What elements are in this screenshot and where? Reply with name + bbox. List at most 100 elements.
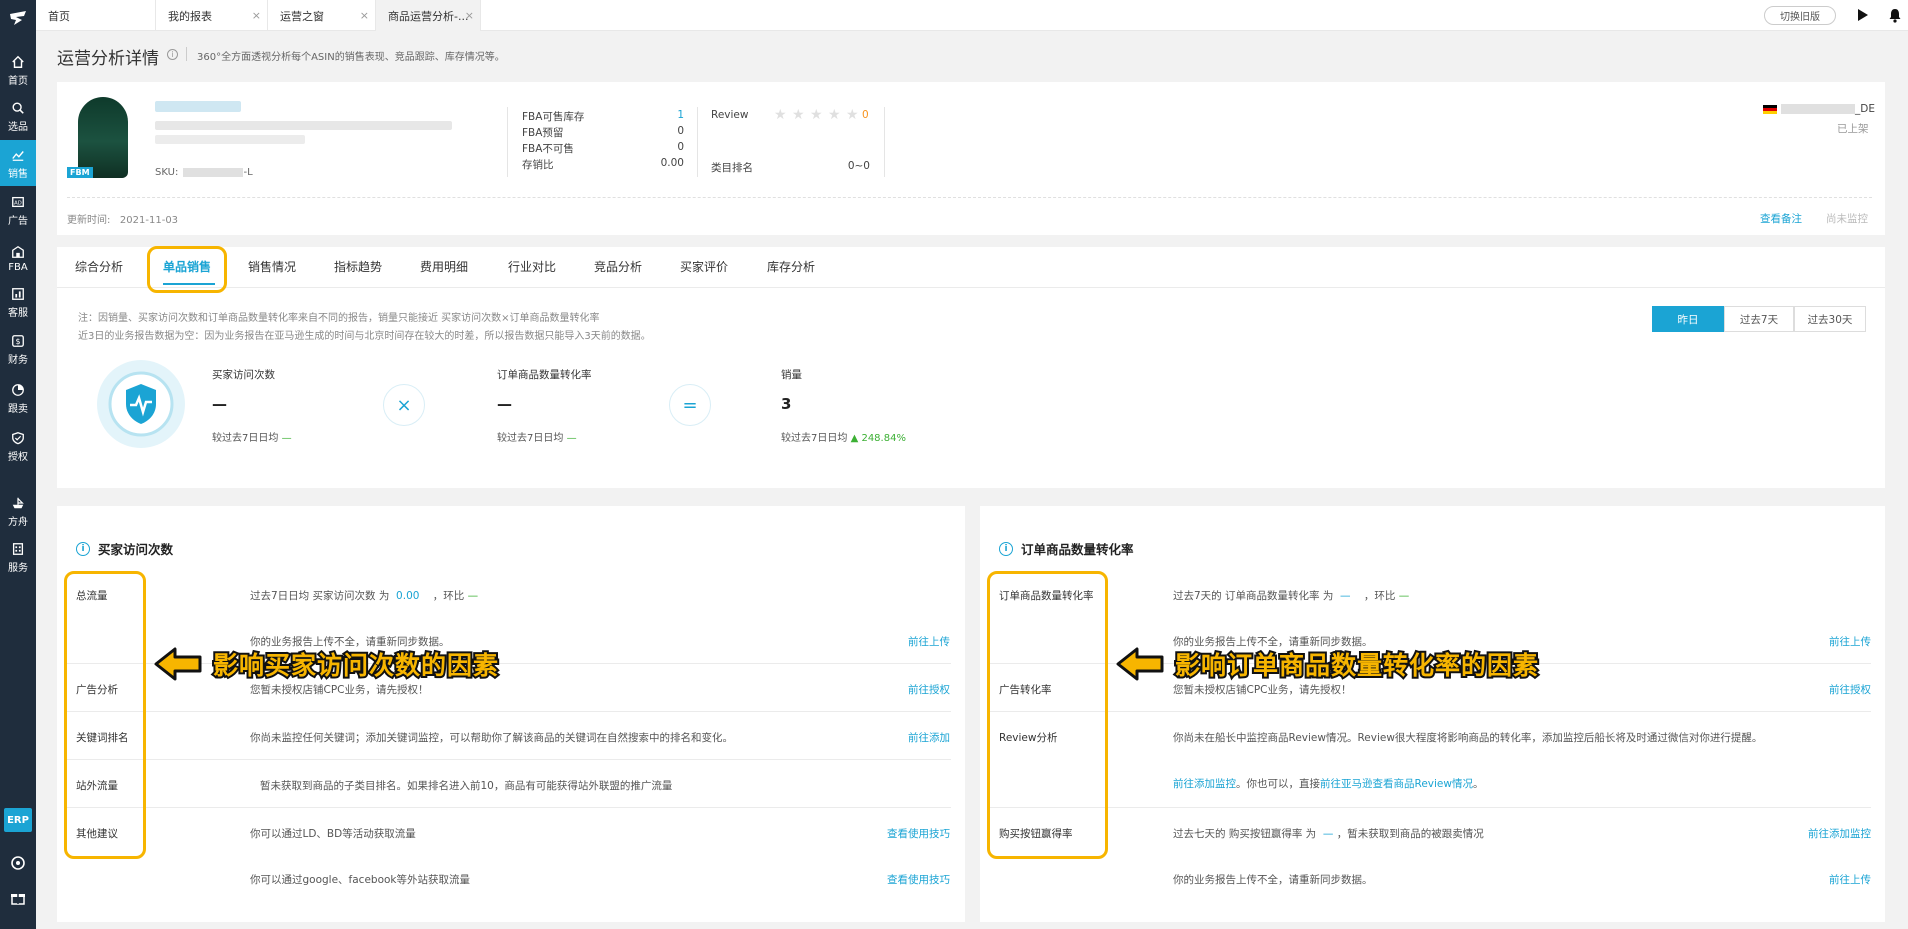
- star-icon: ★: [792, 107, 805, 123]
- nav-tab-0[interactable]: 综合分析: [75, 258, 123, 275]
- add-monitor-link[interactable]: 前往添加监控: [1173, 778, 1236, 790]
- row-text: 你尚未监控任何关键词；添加关键词监控，可以帮助你了解该商品的关键词在自然搜索中的…: [250, 732, 733, 744]
- arrow-left-icon: [154, 647, 202, 681]
- value: —: [1322, 828, 1334, 840]
- authorize-link[interactable]: 前往授权: [1771, 682, 1871, 697]
- highlight-box: [147, 246, 227, 293]
- product-asin-redacted[interactable]: [155, 101, 241, 112]
- sidebar-item-pie[interactable]: 跟卖: [0, 375, 36, 421]
- section-title: i 订单商品数量转化率: [999, 539, 1134, 558]
- sidebar-item-warehouse[interactable]: FBA: [0, 235, 36, 281]
- fulfillment-badge: FBM: [67, 167, 93, 178]
- upload-link[interactable]: 前往上传: [850, 634, 950, 649]
- compare-value: 248.84%: [861, 433, 906, 444]
- tips-link[interactable]: 查看使用技巧: [830, 826, 950, 841]
- play-icon[interactable]: [1854, 6, 1872, 24]
- row-text: 你尚未在船长中监控商品Review情况。Review很大程度将影响商品的转化率，…: [1173, 732, 1763, 744]
- add-keyword-link[interactable]: 前往添加: [850, 730, 950, 745]
- text-part: ，暂未获取到商品的被跟卖情况: [1336, 828, 1484, 840]
- sidebar-item-chart[interactable]: 销售: [0, 140, 36, 186]
- period-button-0[interactable]: 昨日: [1652, 306, 1724, 332]
- close-icon[interactable]: ×: [465, 9, 474, 22]
- fba-value[interactable]: 1: [624, 109, 684, 121]
- metric-compare: 较过去7日日均 ▲ 248.84%: [781, 429, 906, 444]
- app-logo[interactable]: [0, 0, 36, 36]
- sidebar-item-building[interactable]: 服务: [0, 534, 36, 580]
- add-monitor-link[interactable]: 前往添加监控: [1751, 826, 1871, 841]
- review-count[interactable]: 0: [862, 109, 869, 121]
- info-icon[interactable]: i: [167, 49, 178, 60]
- tab-label: 我的报表: [168, 9, 212, 23]
- home-icon: [10, 54, 26, 70]
- nav-tab-3[interactable]: 指标趋势: [334, 258, 382, 275]
- nav-tab-4[interactable]: 费用明细: [420, 258, 468, 275]
- arrow-left-icon: [1116, 647, 1164, 681]
- metric-value: —: [212, 395, 227, 413]
- ad-icon: AD: [10, 194, 26, 210]
- page-description: 360°全方面透视分析每个ASIN的销售表现、竞品跟踪、库存情况等。: [197, 52, 505, 63]
- sidebar-item-label: 授权: [8, 451, 28, 463]
- nav-tab-8[interactable]: 库存分析: [767, 258, 815, 275]
- sidebar-item-shield[interactable]: 授权: [0, 423, 36, 469]
- tab-2[interactable]: 运营之窗 ×: [268, 0, 376, 31]
- gift-icon[interactable]: [0, 890, 36, 906]
- metric-label: 销量: [781, 369, 802, 381]
- nav-tab-7[interactable]: 买家评价: [680, 258, 728, 275]
- amazon-review-link[interactable]: 前往亚马逊查看商品Review情况: [1320, 778, 1473, 790]
- period-button-1[interactable]: 过去7天: [1724, 306, 1794, 332]
- close-icon[interactable]: ×: [252, 9, 261, 22]
- text-part: ，环比: [1363, 590, 1396, 602]
- support-icon[interactable]: [0, 855, 36, 871]
- store-name-redacted: [1781, 104, 1855, 114]
- nav-tab-5[interactable]: 行业对比: [508, 258, 556, 275]
- divider: [57, 287, 1885, 288]
- row-text: 过去七天的 购买按钮赢得率 为 — ，暂未获取到商品的被跟卖情况: [1173, 826, 1484, 841]
- star-icon: ★: [774, 107, 787, 123]
- fba-label: FBA不可售: [522, 143, 574, 155]
- upload-link[interactable]: 前往上传: [1771, 872, 1871, 887]
- row-text: 前往添加监控。你也可以，直接前往亚马逊查看商品Review情况。: [1173, 776, 1483, 791]
- ark-icon: [10, 495, 26, 511]
- divider: [697, 107, 698, 177]
- nav-tab-6[interactable]: 竞品分析: [594, 258, 642, 275]
- page-title: 运营分析详情: [57, 49, 159, 69]
- divider: [65, 807, 951, 808]
- arrow-up-icon: ▲: [850, 433, 859, 444]
- view-notes-link[interactable]: 查看备注: [1760, 211, 1802, 226]
- annotation-text: 影响订单商品数量转化率的因素: [1173, 649, 1540, 682]
- change-value: —: [467, 590, 479, 602]
- sidebar-item-ark[interactable]: 方舟: [0, 488, 36, 534]
- sidebar-item-service[interactable]: 客服: [0, 279, 36, 325]
- listing-status: 已上架: [1837, 123, 1869, 135]
- nav-tab-2[interactable]: 销售情况: [248, 258, 296, 275]
- svg-text:AD: AD: [14, 200, 22, 206]
- product-image[interactable]: [78, 97, 128, 178]
- sku-redacted: [182, 167, 243, 177]
- period-button-2[interactable]: 过去30天: [1794, 306, 1866, 332]
- sidebar-item-ad[interactable]: AD 广告: [0, 187, 36, 233]
- sidebar-item-search[interactable]: 选品: [0, 93, 36, 139]
- tips-link[interactable]: 查看使用技巧: [830, 872, 950, 887]
- tab-1[interactable]: 我的报表 ×: [156, 0, 268, 31]
- upload-link[interactable]: 前往上传: [1771, 634, 1871, 649]
- product-title-redacted-2: [155, 135, 305, 144]
- category-rank-value: 0~0: [847, 160, 870, 172]
- tab-0[interactable]: 首页: [36, 0, 156, 31]
- erp-button[interactable]: ERP: [4, 808, 32, 832]
- marketplace: _DE: [1763, 103, 1875, 115]
- sidebar-item-label: FBA: [8, 261, 28, 273]
- value: —: [1340, 590, 1351, 602]
- sidebar-item-home[interactable]: 首页: [0, 47, 36, 93]
- warehouse-icon: [10, 244, 26, 260]
- switch-old-version-button[interactable]: 切换旧版: [1764, 6, 1836, 25]
- tab-3[interactable]: 商品运营分析-... ×: [376, 0, 481, 31]
- close-icon[interactable]: ×: [360, 9, 369, 22]
- germany-flag-icon: [1763, 104, 1777, 114]
- bell-icon[interactable]: [1886, 6, 1904, 24]
- section-title-text: 买家访问次数: [98, 542, 174, 557]
- sidebar-item-label: 选品: [8, 121, 28, 133]
- sidebar-item-finance[interactable]: $ 财务: [0, 326, 36, 372]
- authorize-link[interactable]: 前往授权: [850, 682, 950, 697]
- tab-label: 运营之窗: [280, 9, 324, 23]
- info-icon: i: [999, 541, 1013, 556]
